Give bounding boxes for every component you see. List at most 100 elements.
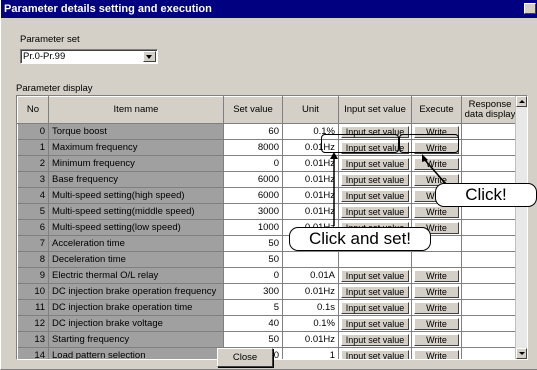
execute-cell bbox=[411, 251, 462, 268]
window-title: Parameter details setting and execution bbox=[4, 3, 212, 15]
set-value: 40 bbox=[223, 315, 283, 332]
row-number: 6 bbox=[17, 219, 49, 236]
click-callout: Click! bbox=[435, 183, 537, 207]
response-data-cell bbox=[461, 299, 519, 316]
item-name: Electric thermal O/L relay bbox=[48, 267, 224, 284]
row-number: 11 bbox=[17, 299, 49, 316]
response-data-cell bbox=[461, 251, 519, 268]
table-row: 7 Acceleration time 50 bbox=[17, 235, 519, 252]
set-value: 6000 bbox=[223, 171, 283, 188]
unit: 0.01Hz bbox=[282, 203, 339, 220]
response-data-cell bbox=[461, 283, 519, 300]
header-response-data: Response data display bbox=[461, 96, 519, 124]
item-name: Torque boost bbox=[48, 123, 224, 140]
item-name: Multi-speed setting(low speed) bbox=[48, 219, 224, 236]
dialog-window: Parameter details setting and execution … bbox=[0, 0, 537, 370]
input-set-value-button[interactable]: Input set value bbox=[341, 157, 409, 170]
set-value: 6000 bbox=[223, 187, 283, 204]
row-number: 0 bbox=[17, 123, 49, 140]
write-button[interactable]: Write bbox=[414, 285, 459, 298]
set-value: 50 bbox=[223, 251, 283, 268]
set-value: 3000 bbox=[223, 203, 283, 220]
write-button[interactable]: Write bbox=[414, 349, 459, 359]
set-value: 5 bbox=[223, 299, 283, 316]
title-bar: Parameter details setting and execution bbox=[1, 0, 537, 18]
row-number: 12 bbox=[17, 315, 49, 332]
scroll-up-icon[interactable] bbox=[516, 96, 527, 107]
write-button[interactable]: Write bbox=[414, 301, 459, 314]
set-value: 8000 bbox=[223, 139, 283, 156]
set-value: 0 bbox=[223, 155, 283, 172]
write-button[interactable]: Write bbox=[414, 205, 459, 218]
response-data-cell bbox=[461, 139, 519, 156]
unit: 0.1% bbox=[282, 315, 339, 332]
set-value: 60 bbox=[223, 123, 283, 140]
chevron-down-icon[interactable] bbox=[143, 51, 156, 62]
item-name: DC injection brake voltage bbox=[48, 315, 224, 332]
header-set-value: Set value bbox=[223, 96, 283, 124]
write-button[interactable]: Write bbox=[414, 317, 459, 330]
input-set-value-button[interactable]: Input set value bbox=[341, 317, 409, 330]
execute-cell: Write bbox=[411, 331, 462, 348]
response-data-cell bbox=[461, 331, 519, 348]
header-input-set-value: Input set value bbox=[338, 96, 412, 124]
row-number: 9 bbox=[17, 267, 49, 284]
row-number: 13 bbox=[17, 331, 49, 348]
set-value: 50 bbox=[223, 235, 283, 252]
unit: 0.01Hz bbox=[282, 155, 339, 172]
parameter-set-select[interactable]: Pr.0-Pr.99 bbox=[20, 49, 158, 64]
input-cell: Input set value bbox=[338, 171, 412, 188]
response-data-cell bbox=[461, 219, 519, 236]
row-number: 8 bbox=[17, 251, 49, 268]
table-row: 13 Starting frequency 50 0.01Hz Input set va… bbox=[17, 331, 519, 348]
table-row: 9 Electric thermal O/L relay 0 0.01A Input s… bbox=[17, 267, 519, 284]
table-header-row: No Item name Set value Unit Input set va… bbox=[17, 96, 519, 124]
set-value: 1000 bbox=[223, 219, 283, 236]
input-cell: Input set value bbox=[338, 203, 412, 220]
row-number: 7 bbox=[17, 235, 49, 252]
unit: 0.01Hz bbox=[282, 187, 339, 204]
input-set-value-button[interactable]: Input set value bbox=[341, 301, 409, 314]
input-set-value-button[interactable]: Input set value bbox=[341, 269, 409, 282]
response-data-cell bbox=[461, 123, 519, 140]
unit: 1 bbox=[282, 347, 339, 359]
item-name: Base frequency bbox=[48, 171, 224, 188]
table-row: 12 DC injection brake voltage 40 0.1% Input … bbox=[17, 315, 519, 332]
row-number: 2 bbox=[17, 155, 49, 172]
header-no: No bbox=[17, 96, 49, 124]
execute-cell: Write bbox=[411, 155, 462, 172]
unit bbox=[282, 251, 339, 268]
set-value: 0 bbox=[223, 267, 283, 284]
input-set-value-button[interactable]: Input set value bbox=[341, 333, 409, 346]
execute-cell: Write bbox=[411, 315, 462, 332]
item-name: Starting frequency bbox=[48, 331, 224, 348]
parameter-display-label: Parameter display bbox=[16, 83, 93, 94]
input-set-value-button[interactable]: Input set value bbox=[341, 189, 409, 202]
close-button[interactable]: Close bbox=[217, 348, 273, 367]
response-data-cell bbox=[461, 235, 519, 252]
input-set-value-button[interactable]: Input set value bbox=[341, 173, 409, 186]
input-set-value-button[interactable]: Input set value bbox=[341, 349, 409, 359]
row-number: 4 bbox=[17, 187, 49, 204]
input-set-value-highlight bbox=[321, 134, 399, 153]
input-set-value-button[interactable]: Input set value bbox=[341, 285, 409, 298]
vertical-scrollbar[interactable] bbox=[515, 96, 527, 359]
item-name: DC injection brake operation time bbox=[48, 299, 224, 316]
write-button[interactable]: Write bbox=[414, 333, 459, 346]
unit: 0.01Hz bbox=[282, 171, 339, 188]
response-data-cell bbox=[461, 267, 519, 284]
input-cell: Input set value bbox=[338, 315, 412, 332]
write-button[interactable]: Write bbox=[414, 269, 459, 282]
parameter-set-label: Parameter set bbox=[20, 34, 80, 45]
scroll-down-icon[interactable] bbox=[516, 348, 527, 359]
input-cell: Input set value bbox=[338, 283, 412, 300]
input-set-value-button[interactable]: Input set value bbox=[341, 205, 409, 218]
row-number: 1 bbox=[17, 139, 49, 156]
header-item-name: Item name bbox=[48, 96, 224, 124]
table-row: 10 DC injection brake operation frequency… bbox=[17, 283, 519, 300]
parameter-set-value: Pr.0-Pr.99 bbox=[23, 51, 66, 62]
input-cell: Input set value bbox=[338, 347, 412, 359]
close-icon[interactable] bbox=[524, 3, 536, 14]
write-button[interactable]: Write bbox=[414, 157, 459, 170]
row-number: 5 bbox=[17, 203, 49, 220]
